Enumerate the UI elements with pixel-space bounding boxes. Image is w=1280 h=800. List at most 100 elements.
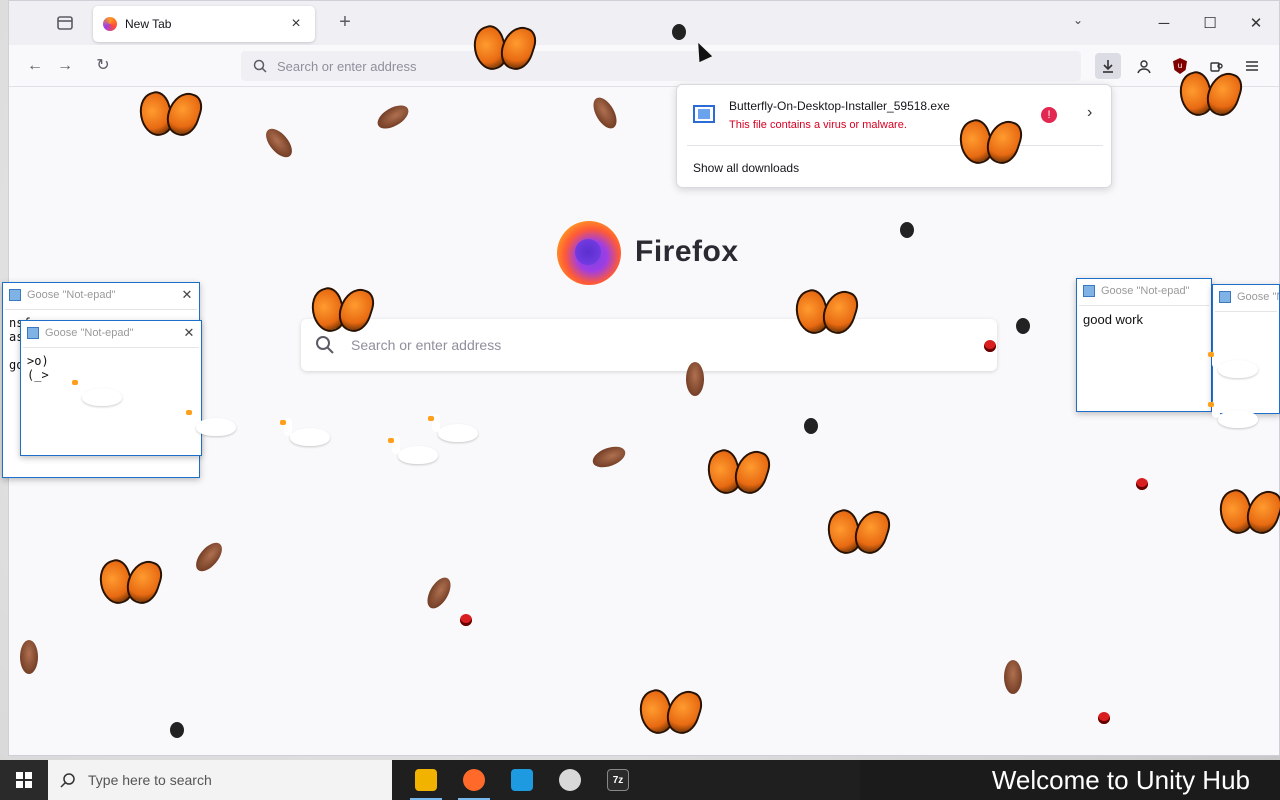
cockroach-icon xyxy=(20,640,38,674)
taskbar-search-box[interactable]: Type here to search xyxy=(48,760,392,800)
firefox-wordmark: Firefox xyxy=(635,235,739,268)
butterfly-icon xyxy=(1220,490,1280,534)
divider xyxy=(687,145,1103,146)
butterfly-icon xyxy=(474,26,534,70)
goose-icon xyxy=(1208,400,1262,428)
goose-icon xyxy=(280,418,334,446)
close-icon[interactable]: ✕ xyxy=(177,325,201,341)
notepad-text-area[interactable]: good work xyxy=(1079,305,1209,409)
notepad-text: >o) (_> xyxy=(27,354,49,382)
notepad-title: Goose "Not-epad" xyxy=(27,289,116,301)
url-input[interactable]: Search or enter address xyxy=(277,59,416,74)
menu-icon[interactable] xyxy=(1239,53,1265,79)
navigation-toolbar: ← → ↻ Search or enter address u xyxy=(9,45,1279,87)
notepad-icon xyxy=(9,289,21,301)
firefox-logo-icon xyxy=(557,221,621,285)
goose-icon xyxy=(186,408,240,436)
ladybug-icon xyxy=(1136,478,1148,490)
url-bar[interactable]: Search or enter address xyxy=(241,51,1081,81)
window-controls: ─ ☐ ✕ xyxy=(1141,1,1279,45)
notepad-icon xyxy=(27,327,39,339)
7zip-taskbar-button[interactable]: 7z xyxy=(594,760,642,800)
new-tab-button[interactable]: + xyxy=(333,11,357,35)
7zip-icon: 7z xyxy=(607,769,629,791)
exe-file-icon xyxy=(693,105,715,123)
taskbar: Type here to search 7z Welcome to Unity … xyxy=(0,760,1280,800)
show-all-downloads-button[interactable]: Show all downloads xyxy=(693,161,799,175)
notepad-icon xyxy=(1219,291,1231,303)
butterfly-icon xyxy=(796,290,856,334)
firefox-view-icon[interactable] xyxy=(53,11,77,35)
firefox-icon xyxy=(463,769,485,791)
chevron-right-icon[interactable]: › xyxy=(1087,104,1092,122)
butterfly-icon xyxy=(640,690,700,734)
cockroach-icon xyxy=(1004,660,1022,694)
notepad-titlebar[interactable]: Goose "Not-epad" ✕ xyxy=(21,321,201,345)
download-status: This file contains a virus or malware. xyxy=(729,119,907,131)
butterfly-icon xyxy=(312,288,372,332)
ladybug-icon xyxy=(984,340,996,352)
minimize-button[interactable]: ─ xyxy=(1141,15,1187,32)
unity-taskbar-button[interactable] xyxy=(546,760,594,800)
butterfly-icon xyxy=(708,450,768,494)
butterfly-icon xyxy=(140,92,200,136)
unity-icon xyxy=(559,769,581,791)
unity-hub-icon xyxy=(511,769,533,791)
close-window-button[interactable]: ✕ xyxy=(1233,14,1279,32)
download-item[interactable]: Butterfly-On-Desktop-Installer_59518.exe… xyxy=(677,91,1111,139)
notepad-titlebar[interactable]: Goose "Not-epad" xyxy=(1077,279,1211,303)
start-button[interactable] xyxy=(0,760,48,800)
forward-icon[interactable]: → xyxy=(53,54,77,78)
list-all-tabs-icon[interactable]: ⌄ xyxy=(1073,13,1083,27)
notepad-icon xyxy=(1083,285,1095,297)
fly-icon xyxy=(1016,318,1030,334)
firefox-tab-icon xyxy=(103,17,117,31)
taskbar-search-input[interactable]: Type here to search xyxy=(88,772,212,788)
newtab-search-input[interactable]: Search or enter address xyxy=(351,337,501,353)
fly-icon xyxy=(672,24,686,40)
notepad-title: Goose "Not-epad" xyxy=(1237,291,1279,303)
close-icon[interactable]: ✕ xyxy=(175,287,199,303)
unity-hub-taskbar-button[interactable] xyxy=(498,760,546,800)
butterfly-icon xyxy=(828,510,888,554)
newtab-search-box[interactable]: Search or enter address xyxy=(301,319,997,371)
download-filename: Butterfly-On-Desktop-Installer_59518.exe xyxy=(729,99,950,113)
notepad-titlebar[interactable]: Goose "Not-epad" xyxy=(1213,285,1279,309)
butterfly-icon xyxy=(960,120,1020,164)
notepad-title: Goose "Not-epad" xyxy=(1101,285,1190,297)
malware-warning-icon: ! xyxy=(1041,107,1057,123)
taskbar-apps: 7z xyxy=(402,760,642,800)
notepad-titlebar[interactable]: Goose "Not-epad" ✕ xyxy=(3,283,199,307)
butterfly-icon xyxy=(1180,72,1240,116)
ladybug-icon xyxy=(460,614,472,626)
notepad-window-right[interactable]: Goose "Not-epad" good work xyxy=(1076,278,1212,412)
search-icon xyxy=(253,59,267,73)
downloads-panel: Butterfly-On-Desktop-Installer_59518.exe… xyxy=(676,84,1112,188)
goose-icon xyxy=(428,414,482,442)
downloads-icon[interactable] xyxy=(1095,53,1121,79)
firefox-taskbar-button[interactable] xyxy=(450,760,498,800)
account-icon[interactable] xyxy=(1131,53,1157,79)
maximize-button[interactable]: ☐ xyxy=(1187,14,1233,32)
butterfly-icon xyxy=(100,560,160,604)
search-icon xyxy=(316,336,334,354)
goose-icon xyxy=(72,378,126,406)
fly-icon xyxy=(170,722,184,738)
ladybug-icon xyxy=(1098,712,1110,724)
file-explorer-button[interactable] xyxy=(402,760,450,800)
fly-icon xyxy=(804,418,818,434)
windows-logo-icon xyxy=(16,772,32,788)
notepad-title: Goose "Not-epad" xyxy=(45,327,134,339)
notepad-window-right-edge[interactable]: Goose "Not-epad" xyxy=(1212,284,1280,414)
search-icon xyxy=(60,773,75,788)
tab-new-tab[interactable]: New Tab × xyxy=(93,6,315,42)
back-icon[interactable]: ← xyxy=(23,54,47,78)
close-tab-icon[interactable]: × xyxy=(287,15,305,33)
tab-title: New Tab xyxy=(125,17,172,31)
fly-icon xyxy=(900,222,914,238)
cockroach-icon xyxy=(686,362,704,396)
notepad-text: good work xyxy=(1083,312,1143,327)
reload-icon[interactable]: ↻ xyxy=(91,54,115,78)
goose-icon xyxy=(1208,350,1262,378)
folder-icon xyxy=(415,769,437,791)
